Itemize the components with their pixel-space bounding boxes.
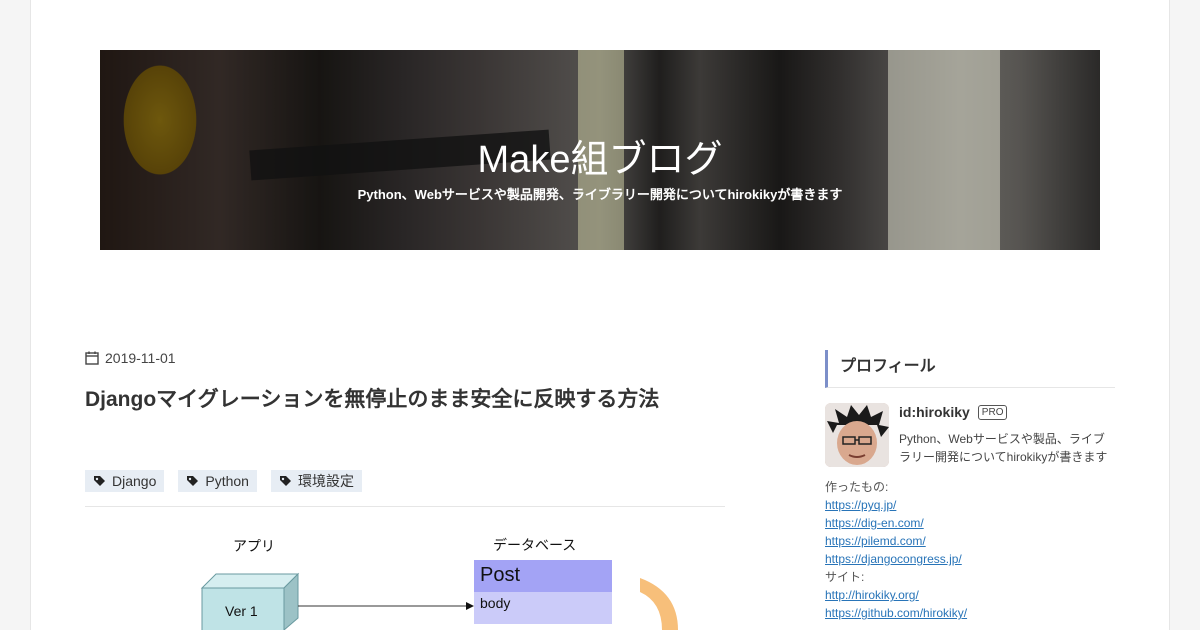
diagram-table-name: Post bbox=[480, 564, 520, 586]
link-github[interactable]: https://github.com/hirokiky/ bbox=[825, 604, 1115, 622]
link-hirokiky-org[interactable]: http://hirokiky.org/ bbox=[825, 586, 1115, 604]
tag-icon bbox=[187, 475, 199, 486]
tag-label: Python bbox=[205, 473, 249, 489]
link-djangocongress[interactable]: https://djangocongress.jp/ bbox=[825, 550, 1115, 568]
profile-description: Python、Webサービスや製品、ライブラリー開発についてhirokikyが書… bbox=[899, 432, 1108, 464]
post-title[interactable]: Djangoマイグレーションを無停止のまま安全に反映する方法 bbox=[85, 382, 735, 418]
tag-icon bbox=[94, 475, 105, 486]
tag-icon bbox=[279, 475, 291, 486]
site-label: サイト: bbox=[825, 570, 865, 584]
tag-python[interactable]: Python bbox=[178, 470, 257, 492]
calendar-icon bbox=[85, 351, 99, 365]
tag-label: 環境設定 bbox=[297, 473, 354, 489]
link-pilemd[interactable]: https://pilemd.com/ bbox=[825, 532, 1115, 550]
avatar-image bbox=[825, 403, 889, 467]
blog-description: Python、Webサービスや製品開発、ライブラリー開発についてhirokiky… bbox=[357, 187, 843, 202]
sidebar-profile-heading: プロフィール bbox=[825, 350, 1115, 388]
diagram-arrow-head bbox=[466, 602, 474, 610]
profile-id[interactable]: id:hirokiky PRO bbox=[899, 404, 1008, 420]
blog-title[interactable]: Make組ブログ bbox=[100, 128, 1100, 183]
diagram-app-label: アプリ bbox=[233, 538, 275, 554]
post-date[interactable]: 2019-11-01 bbox=[85, 350, 176, 366]
post-tags: Django Python 環境設定 bbox=[85, 470, 362, 492]
blog-header-banner[interactable]: Make組ブログ Python、Webサービスや製品開発、ライブラリー開発につい… bbox=[100, 50, 1100, 250]
pro-badge: PRO bbox=[977, 404, 1008, 420]
diagram-table-field: body bbox=[480, 595, 510, 611]
diagram-orange-arrow bbox=[640, 578, 678, 630]
diagram-db-label: データベース bbox=[493, 537, 576, 553]
migration-diagram: アプリ データベース Ver 1 Post body bbox=[200, 537, 678, 630]
avatar[interactable] bbox=[825, 403, 889, 467]
tag-environment[interactable]: 環境設定 bbox=[270, 470, 362, 492]
diagram-box-label: Ver 1 bbox=[225, 603, 258, 619]
link-dig-en[interactable]: https://dig-en.com/ bbox=[825, 514, 1115, 532]
diagram-box-top bbox=[200, 573, 300, 589]
post-date-text: 2019-11-01 bbox=[105, 350, 176, 366]
tag-label: Django bbox=[112, 473, 157, 489]
tag-django[interactable]: Django bbox=[85, 470, 165, 492]
divider bbox=[85, 506, 725, 507]
made-label: 作ったもの: bbox=[825, 480, 889, 494]
profile-links: 作ったもの: https://pyq.jp/ https://dig-en.co… bbox=[825, 478, 1115, 622]
link-pyq[interactable]: https://pyq.jp/ bbox=[825, 496, 1115, 514]
profile-id-text: id:hirokiky bbox=[899, 404, 970, 420]
